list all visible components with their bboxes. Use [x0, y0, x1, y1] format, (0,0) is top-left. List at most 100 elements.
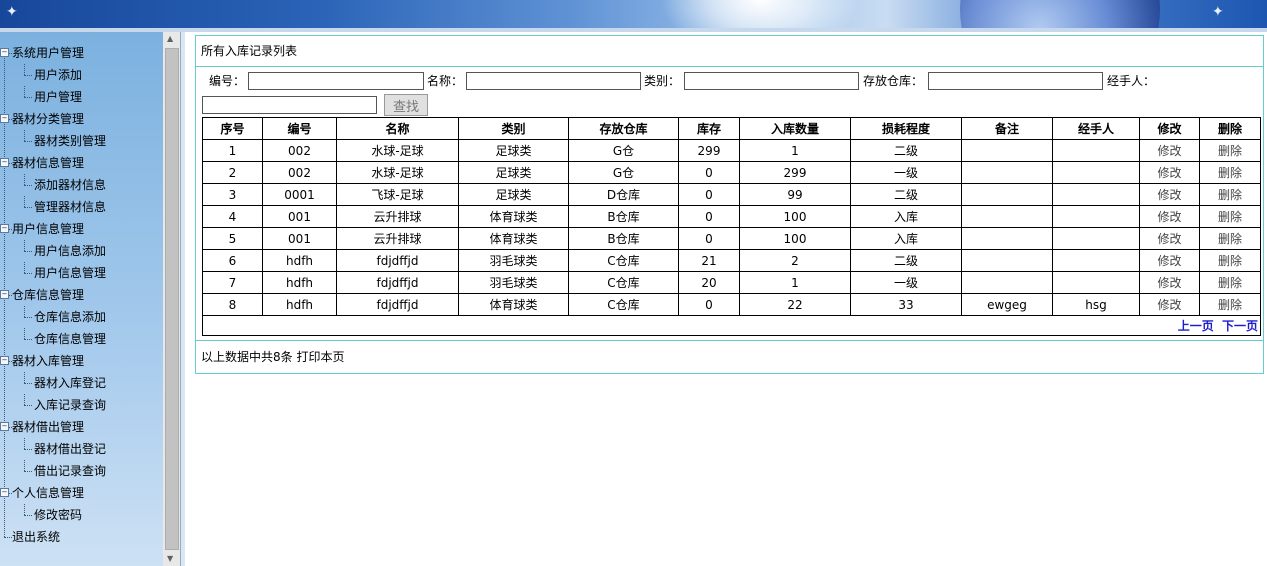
- sidebar-group[interactable]: − 仓库信息管理: [0, 284, 84, 306]
- delete-link[interactable]: 删除: [1199, 205, 1261, 228]
- sidebar-item[interactable]: 添加器材信息: [24, 174, 106, 196]
- edit-link[interactable]: 修改: [1139, 227, 1200, 250]
- sidebar-item[interactable]: 仓库信息添加: [24, 306, 106, 328]
- sidebar-item[interactable]: 用户添加: [24, 64, 82, 86]
- search-code-input[interactable]: [248, 72, 424, 90]
- delete-link[interactable]: 删除: [1199, 161, 1261, 184]
- sidebar-group[interactable]: − 器材分类管理: [0, 108, 84, 130]
- cell-warehouse: C仓库: [568, 249, 679, 272]
- cell-warehouse: B仓库: [568, 227, 679, 250]
- tree-connector: [9, 427, 12, 428]
- delete-link[interactable]: 删除: [1199, 293, 1261, 316]
- tree-connector: [24, 383, 32, 384]
- sidebar-group[interactable]: − 系统用户管理: [0, 42, 84, 64]
- col-header-index: 序号: [202, 117, 263, 140]
- search-handler-input[interactable]: [202, 96, 377, 114]
- table-row: 3 0001 飞球-足球 足球类 D仓库 0 99 二级 修改 删除: [202, 183, 1261, 206]
- cell-category: 体育球类: [458, 227, 569, 250]
- cell-code: 002: [262, 161, 337, 184]
- collapse-toggle-icon[interactable]: −: [0, 290, 9, 299]
- label-category: 类别：: [644, 74, 681, 88]
- tree-connector: [24, 141, 32, 142]
- sidebar-item[interactable]: 用户信息管理: [24, 262, 106, 284]
- cell-note: [961, 271, 1053, 294]
- delete-link[interactable]: 删除: [1199, 183, 1261, 206]
- sidebar-item-label: 管理器材信息: [34, 200, 107, 214]
- sidebar-item[interactable]: 入库记录查询: [24, 394, 106, 416]
- sidebar-scrollbar[interactable]: ▲ ▼: [163, 32, 180, 566]
- cell-category: 足球类: [458, 183, 569, 206]
- table-row: 1 002 水球-足球 足球类 G仓 299 1 二级 修改 删除: [202, 139, 1261, 162]
- table-row: 5 001 云升排球 体育球类 B仓库 0 100 入库 修改 删除: [202, 227, 1261, 250]
- sidebar-item[interactable]: 仓库信息管理: [24, 328, 106, 350]
- tree-connector: [24, 75, 32, 76]
- sidebar-item[interactable]: 器材入库登记: [24, 372, 106, 394]
- tree-connector: [24, 196, 25, 207]
- scrollbar-thumb[interactable]: [165, 48, 179, 550]
- logout-link[interactable]: 退出系统: [0, 526, 60, 548]
- sidebar-item[interactable]: 器材类别管理: [24, 130, 106, 152]
- label-warehouse: 存放仓库：: [863, 74, 924, 88]
- search-category-input[interactable]: [684, 72, 859, 90]
- sidebar-group[interactable]: − 个人信息管理: [0, 482, 84, 504]
- tree-connector: [24, 460, 25, 471]
- tree-connector: [4, 537, 12, 538]
- collapse-toggle-icon[interactable]: −: [0, 114, 9, 123]
- collapse-toggle-icon[interactable]: −: [0, 488, 9, 497]
- sidebar-item[interactable]: 器材借出登记: [24, 438, 106, 460]
- prev-page-link[interactable]: 上一页: [1178, 319, 1214, 333]
- sidebar-group[interactable]: − 器材借出管理: [0, 416, 84, 438]
- cell-index: 6: [202, 249, 263, 272]
- cell-quantity: 99: [739, 183, 851, 206]
- sidebar-group-label: 器材借出管理: [12, 420, 85, 434]
- sidebar-item[interactable]: 管理器材信息: [24, 196, 106, 218]
- edit-link[interactable]: 修改: [1139, 271, 1200, 294]
- delete-link[interactable]: 删除: [1199, 139, 1261, 162]
- frame-divider[interactable]: [180, 32, 185, 566]
- sidebar-group[interactable]: − 器材信息管理: [0, 152, 84, 174]
- delete-link[interactable]: 删除: [1199, 271, 1261, 294]
- cell-wear: 33: [850, 293, 962, 316]
- edit-link[interactable]: 修改: [1139, 183, 1200, 206]
- sidebar-group[interactable]: − 用户信息管理: [0, 218, 84, 240]
- edit-link[interactable]: 修改: [1139, 249, 1200, 272]
- search-warehouse-input[interactable]: [928, 72, 1103, 90]
- search-name-input[interactable]: [466, 72, 641, 90]
- next-page-link[interactable]: 下一页: [1222, 319, 1258, 333]
- collapse-toggle-icon[interactable]: −: [0, 422, 9, 431]
- inbound-records-panel: 所有入库记录列表 编号： 名称： 类别： 存放仓库： 经手人： 查找 序号 编号…: [195, 35, 1264, 374]
- banner-glow: [660, 0, 860, 28]
- tree-connector: [9, 163, 12, 164]
- edit-link[interactable]: 修改: [1139, 293, 1200, 316]
- search-button[interactable]: 查找: [384, 94, 428, 116]
- scroll-down-icon[interactable]: ▼: [167, 554, 173, 563]
- header-separator: [0, 28, 1267, 32]
- scroll-up-icon[interactable]: ▲: [167, 34, 173, 43]
- sidebar-item[interactable]: 用户信息添加: [24, 240, 106, 262]
- cell-code: 0001: [262, 183, 337, 206]
- search-form: 编号： 名称： 类别： 存放仓库： 经手人： 查找: [196, 69, 1263, 119]
- cell-name: 水球-足球: [336, 139, 459, 162]
- collapse-toggle-icon[interactable]: −: [0, 356, 9, 365]
- edit-link[interactable]: 修改: [1139, 161, 1200, 184]
- delete-link[interactable]: 删除: [1199, 227, 1261, 250]
- tree-connector: [24, 504, 25, 515]
- tree-connector: [24, 97, 32, 98]
- collapse-toggle-icon[interactable]: −: [0, 48, 9, 57]
- sidebar-item-label: 仓库信息添加: [34, 310, 107, 324]
- sidebar-item[interactable]: 借出记录查询: [24, 460, 106, 482]
- cell-handler: hsg: [1052, 293, 1140, 316]
- sidebar-item[interactable]: 修改密码: [24, 504, 82, 526]
- delete-link[interactable]: 删除: [1199, 249, 1261, 272]
- sidebar-item[interactable]: 用户管理: [24, 86, 82, 108]
- sidebar-group[interactable]: − 器材入库管理: [0, 350, 84, 372]
- collapse-toggle-icon[interactable]: −: [0, 158, 9, 167]
- sidebar-item-label: 器材入库登记: [34, 376, 107, 390]
- edit-link[interactable]: 修改: [1139, 205, 1200, 228]
- tree-connector: [9, 361, 12, 362]
- tree-connector: [24, 471, 32, 472]
- edit-link[interactable]: 修改: [1139, 139, 1200, 162]
- cell-name: 飞球-足球: [336, 183, 459, 206]
- sidebar-group-label: 系统用户管理: [12, 46, 85, 60]
- collapse-toggle-icon[interactable]: −: [0, 224, 9, 233]
